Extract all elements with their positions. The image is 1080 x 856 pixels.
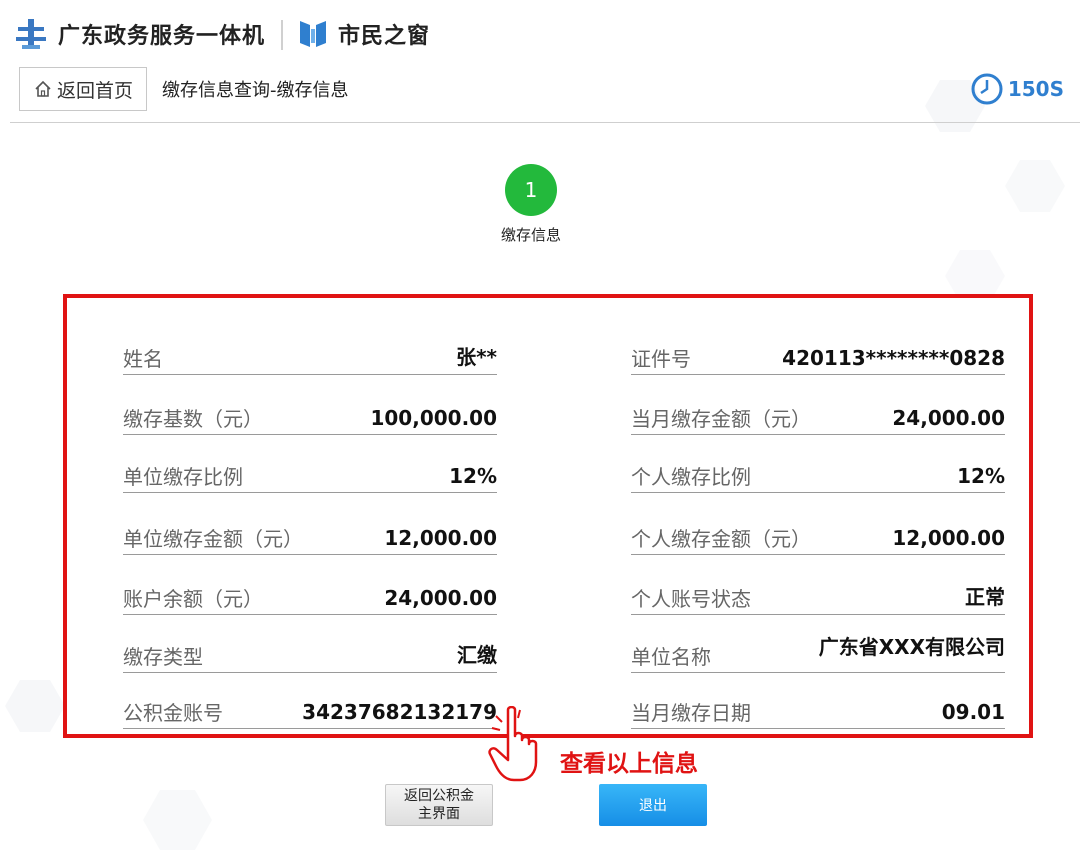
info-row-account: 公积金账号 34237682132179 (123, 696, 497, 729)
info-row-unit-amount: 单位缴存金额（元） 12,000.00 (123, 522, 497, 555)
back-button-label-line1: 返回公积金 (404, 788, 474, 804)
info-row-account-status: 个人账号状态 正常 (631, 582, 1005, 615)
info-label: 个人缴存比例 (631, 465, 751, 489)
brand-primary-title: 广东政务服务一体机 (58, 24, 266, 49)
info-row-month-amount: 当月缴存金额（元） 24,000.00 (631, 402, 1005, 435)
home-icon (35, 80, 51, 97)
info-value: 张** (456, 345, 497, 369)
info-label: 个人缴存金额（元） (631, 527, 811, 551)
brand-secondary-title: 市民之窗 (338, 24, 431, 49)
info-label: 单位缴存比例 (123, 465, 243, 489)
brand-secondary: 市民之窗 (298, 14, 430, 54)
header-divider (281, 20, 283, 50)
back-to-fund-main-button[interactable]: 返回公积金 主界面 (385, 784, 493, 826)
info-row-company: 单位名称 广东省XXX有限公司 (631, 634, 1005, 673)
clock-icon (971, 73, 1003, 105)
info-label: 缴存类型 (123, 645, 203, 669)
info-label: 单位名称 (631, 645, 711, 669)
contribution-info-panel: 姓名 张** 缴存基数（元） 100,000.00 单位缴存比例 12% 单位缴… (63, 294, 1033, 738)
info-row-type: 缴存类型 汇缴 (123, 640, 497, 673)
info-value: 420113********0828 (782, 346, 1005, 370)
info-label: 当月缴存金额（元） (631, 407, 811, 431)
info-value: 汇缴 (457, 643, 497, 667)
brand-primary: 广东政务服务一体机 (14, 14, 265, 54)
info-value: 24,000.00 (892, 406, 1005, 430)
app-header: 广东政务服务一体机 市民之窗 (0, 0, 1080, 66)
back-button-label: 返回公积金 主界面 (404, 787, 474, 823)
nav-bar: 返回首页 缴存信息查询-缴存信息 150S (10, 66, 1080, 123)
home-button[interactable]: 返回首页 (19, 67, 147, 111)
info-label: 账户余额（元） (123, 587, 263, 611)
info-row-name: 姓名 张** (123, 342, 497, 375)
info-row-unit-ratio: 单位缴存比例 12% (123, 460, 497, 493)
pointing-hand-icon (488, 706, 538, 782)
info-label: 个人账号状态 (631, 587, 751, 611)
info-label: 姓名 (123, 347, 163, 371)
exit-button[interactable]: 退出 (599, 784, 707, 826)
gov-service-logo-icon (16, 19, 46, 49)
step-indicator: 1 (505, 164, 557, 216)
home-button-label: 返回首页 (56, 79, 133, 102)
countdown-timer: 150S (970, 72, 1064, 106)
breadcrumb: 缴存信息查询-缴存信息 (162, 80, 349, 101)
annotation-hint: 查看以上信息 (560, 751, 698, 777)
info-label: 缴存基数（元） (123, 407, 263, 431)
info-row-personal-amount: 个人缴存金额（元） 12,000.00 (631, 522, 1005, 555)
info-value: 34237682132179 (302, 700, 497, 724)
info-value: 正常 (965, 585, 1005, 609)
info-row-balance: 账户余额（元） 24,000.00 (123, 582, 497, 615)
info-value: 24,000.00 (384, 586, 497, 610)
back-button-label-line2: 主界面 (418, 806, 460, 822)
info-row-id-number: 证件号 420113********0828 (631, 342, 1005, 375)
info-label: 单位缴存金额（元） (123, 527, 303, 551)
info-value: 12,000.00 (384, 526, 497, 550)
info-row-personal-ratio: 个人缴存比例 12% (631, 460, 1005, 493)
info-value: 100,000.00 (370, 406, 497, 430)
info-label: 公积金账号 (123, 701, 223, 725)
info-value: 09.01 (941, 700, 1005, 724)
info-value: 广东省XXX有限公司 (818, 635, 1005, 659)
step-label: 缴存信息 (500, 226, 561, 244)
info-row-base: 缴存基数（元） 100,000.00 (123, 402, 497, 435)
info-value: 12,000.00 (892, 526, 1005, 550)
citizen-window-logo-icon (300, 21, 326, 47)
info-row-month-date: 当月缴存日期 09.01 (631, 696, 1005, 729)
info-value: 12% (957, 464, 1005, 488)
info-label: 证件号 (631, 347, 691, 371)
countdown-value: 150S (1007, 77, 1064, 101)
info-label: 当月缴存日期 (631, 701, 751, 725)
info-value: 12% (449, 464, 497, 488)
